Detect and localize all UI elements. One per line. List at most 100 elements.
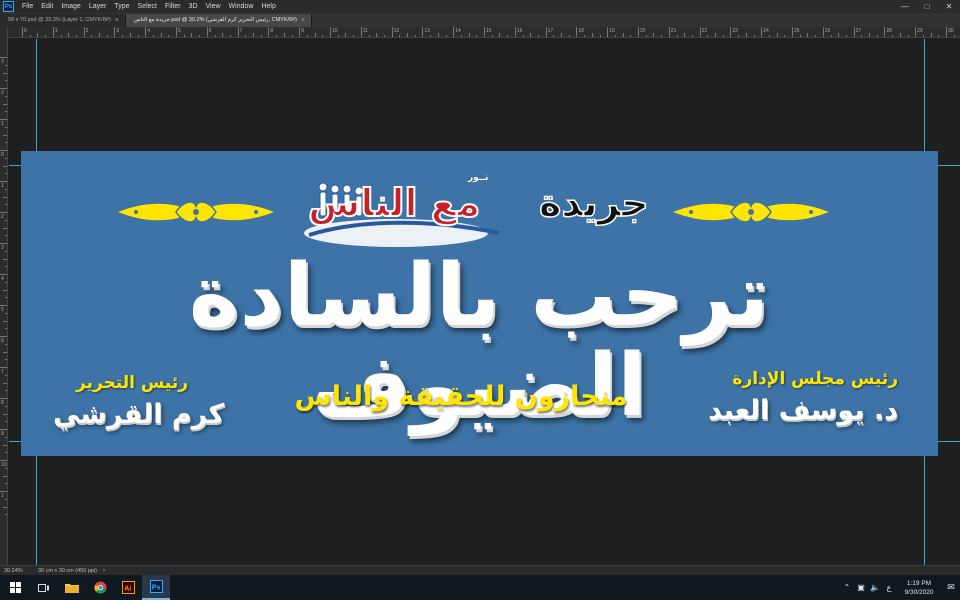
ruler-label: 8: [1, 400, 4, 406]
start-button[interactable]: [0, 575, 30, 600]
ruler-subtick: [738, 35, 740, 37]
ruler-label: 2: [1, 90, 4, 96]
banner-document[interactable]: مع الناس نــور جريدة ترحب بالسادة الضيوف…: [21, 151, 938, 456]
ruler-subtick: [5, 173, 7, 175]
menu-image[interactable]: Image: [57, 0, 84, 13]
menu-edit[interactable]: Edit: [37, 0, 57, 13]
chevron-right-icon[interactable]: ›: [103, 568, 105, 574]
tab-close-icon[interactable]: ×: [301, 14, 305, 27]
photoshop-icon[interactable]: Ps: [3, 1, 14, 12]
ruler-subtick: [845, 35, 847, 37]
ruler-subtick: [460, 35, 462, 37]
illustrator-icon: Ai: [121, 581, 135, 594]
ruler-subtick: [815, 35, 817, 37]
ruler-subtick: [745, 33, 747, 37]
ruler-tick: [0, 460, 7, 461]
ruler-subtick: [99, 33, 100, 37]
ruler-subtick: [75, 35, 77, 37]
ruler-subtick: [830, 35, 832, 37]
chevron-up-icon[interactable]: ⌃: [840, 583, 854, 592]
menu-filter[interactable]: Filter: [161, 0, 185, 13]
menu-select[interactable]: Select: [134, 0, 161, 13]
ruler-label: 4: [147, 28, 150, 34]
menu-3d[interactable]: 3D: [185, 0, 202, 13]
menu-help[interactable]: Help: [257, 0, 279, 13]
maximize-icon[interactable]: □: [916, 0, 938, 13]
menu-window[interactable]: Window: [225, 0, 258, 13]
ruler-subtick: [5, 95, 7, 97]
document-info[interactable]: 30 cm x 30 cm (450 ppi): [30, 568, 97, 574]
ruler-tick: [206, 27, 208, 37]
ruler-subtick: [5, 80, 7, 82]
ruler-subtick: [5, 467, 7, 469]
ruler-subtick: [5, 111, 7, 113]
ruler-subtick: [306, 35, 308, 37]
canvas-workspace[interactable]: مع الناس نــور جريدة ترحب بالسادة الضيوف…: [9, 39, 960, 565]
ruler-subtick: [5, 266, 7, 268]
ruler-subtick: [3, 134, 7, 136]
ruler-subtick: [676, 35, 678, 37]
ruler-subtick: [922, 35, 924, 37]
ruler-subtick: [722, 35, 724, 37]
network-icon[interactable]: ▣: [854, 583, 868, 592]
ruler-tick: [83, 27, 85, 37]
ruler-subtick: [691, 35, 693, 37]
ruler-label: 25: [794, 28, 800, 34]
clock[interactable]: 1:19 PM 9/30/2020: [896, 579, 942, 597]
file-explorer-button[interactable]: [58, 575, 86, 600]
ruler-label: 16: [516, 28, 523, 34]
ruler-label: 2: [1, 214, 4, 220]
ruler-label: 4: [1, 276, 4, 282]
input-language[interactable]: ع: [882, 583, 896, 592]
ruler-subtick: [322, 35, 324, 37]
ruler-tick: [0, 274, 7, 275]
clock-time: 1:19 PM: [906, 579, 932, 587]
ruler-tick: [114, 27, 116, 37]
ruler-subtick: [3, 72, 7, 74]
ruler-tick: [0, 429, 7, 430]
paper-label: جريدة: [538, 180, 649, 226]
illustrator-button[interactable]: Ai: [114, 575, 142, 600]
menu-view[interactable]: View: [202, 0, 225, 13]
photoshop-taskbar-button[interactable]: Ps: [142, 575, 170, 600]
ruler-label: 28: [886, 28, 892, 34]
ruler-label: 3: [116, 28, 120, 34]
ruler-tick: [822, 27, 824, 37]
chairman-name: د. يوسف العبد: [708, 395, 898, 426]
tab-banner[interactable]: جريدة مع الناس.psd @ 30.2% (رئيس التحرير…: [125, 14, 313, 27]
ruler-subtick: [245, 35, 247, 37]
ruler-subtick: [414, 35, 416, 37]
volume-icon[interactable]: 🔈: [868, 583, 882, 592]
ruler-subtick: [5, 514, 7, 516]
task-view-button[interactable]: [30, 575, 58, 600]
ruler-tick: [0, 57, 7, 58]
ruler-subtick: [907, 35, 909, 37]
ruler-tick: [0, 305, 7, 306]
ruler-subtick: [3, 227, 7, 229]
ruler-subtick: [622, 33, 624, 37]
ruler-label: 2: [85, 28, 89, 34]
chrome-button[interactable]: [86, 575, 114, 600]
ruler-label: 7: [239, 28, 243, 34]
menu-type[interactable]: Type: [110, 0, 133, 13]
notifications-icon[interactable]: ✉: [942, 582, 960, 593]
vertical-ruler[interactable]: 3 2 1 0 1 2 3 4 5 6 7 8 9 10 1: [0, 27, 8, 565]
ornament-left-icon: [118, 201, 274, 223]
menu-file[interactable]: File: [18, 0, 37, 13]
ruler-tick: [853, 27, 855, 37]
ruler-subtick: [430, 35, 432, 37]
tab-close-icon[interactable]: ×: [115, 14, 119, 27]
ruler-subtick: [591, 33, 593, 37]
ruler-subtick: [5, 312, 7, 314]
close-icon[interactable]: ✕: [938, 0, 960, 13]
zoom-level[interactable]: 30.24%: [0, 568, 30, 574]
horizontal-ruler[interactable]: 0 1 2 3 4 5 6 7 8 9 10 11 12 13 14 15 16 17 18 19 20 21 22 23 24…: [8, 27, 960, 38]
ruler-subtick: [768, 35, 770, 37]
menu-layer[interactable]: Layer: [85, 0, 111, 13]
minimize-icon[interactable]: —: [894, 0, 916, 13]
ruler-subtick: [91, 35, 93, 37]
tab-58x70[interactable]: 58 x 70.psd @ 33.3% (Layer 1, CMYK/8#) ×: [0, 14, 126, 27]
ruler-label: 20: [640, 28, 646, 34]
ruler-tick: [0, 150, 7, 151]
task-view-icon: [38, 583, 49, 592]
